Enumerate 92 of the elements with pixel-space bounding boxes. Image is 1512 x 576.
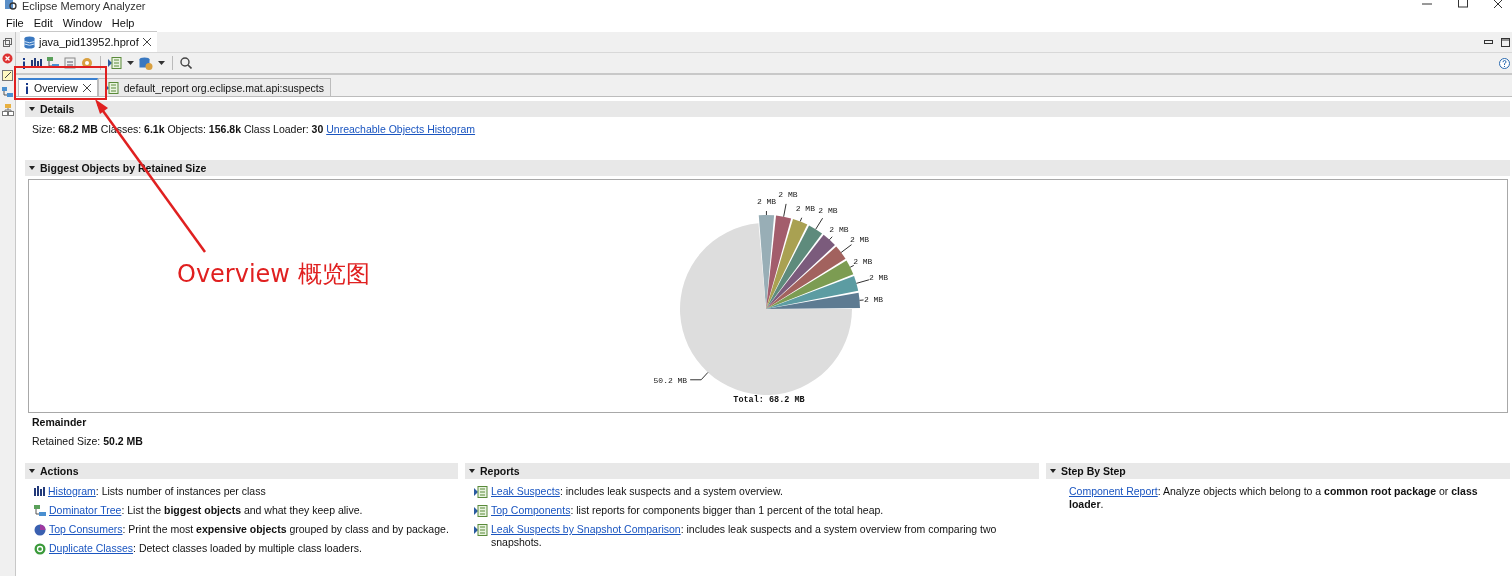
- section-header[interactable]: Step By Step: [1046, 463, 1510, 479]
- value-label: 2 MB: [829, 225, 849, 235]
- histogram-link[interactable]: Unreachable Objects Histogram: [326, 123, 476, 135]
- caret-icon[interactable]: [158, 61, 165, 65]
- section-header[interactable]: Details: [25, 101, 1510, 117]
- leader-line: [783, 203, 787, 218]
- value-label: 50.2 MB: [653, 375, 688, 385]
- section-header[interactable]: Reports: [465, 463, 1039, 479]
- annotation-label: Overview 概览图: [177, 259, 370, 290]
- action-link[interactable]: Histogram: [48, 485, 96, 497]
- leader-line: [799, 217, 803, 222]
- pie-slice[interactable]: [766, 292, 860, 309]
- close-icon[interactable]: [82, 84, 91, 92]
- value-label: 2 MB: [778, 190, 798, 200]
- value-label: 2 MB: [863, 295, 884, 305]
- item-description: Leak Suspects: includes leak suspects and a system overview.: [491, 485, 783, 498]
- help-icon[interactable]: [1499, 57, 1510, 69]
- error-icon[interactable]: [2, 53, 13, 64]
- database-icon: [24, 35, 35, 49]
- value-label: 2 MB: [868, 273, 889, 283]
- gear-icon[interactable]: [81, 57, 93, 69]
- menu-item[interactable]: Window: [62, 17, 102, 29]
- report-icon: [474, 505, 488, 517]
- report-icon[interactable]: [108, 57, 122, 69]
- app-icon: [5, 0, 17, 11]
- item-description: Top Components: list reports for components bigger than 1 percent of the total heap.: [491, 504, 884, 517]
- remainder-title: Remainder: [32, 416, 88, 428]
- value-label: 2 MB: [853, 257, 873, 266]
- info-icon[interactable]: [22, 57, 26, 69]
- leader-line: [855, 279, 870, 284]
- tree-icon[interactable]: [47, 57, 59, 69]
- notes-icon[interactable]: [2, 70, 13, 81]
- report-icon: [474, 486, 488, 498]
- menu-item[interactable]: File: [6, 17, 24, 29]
- caret-icon[interactable]: [127, 61, 134, 65]
- maximize-icon[interactable]: [1458, 0, 1468, 8]
- search-icon[interactable]: [180, 57, 192, 69]
- leader-line: [765, 210, 767, 216]
- report-tab[interactable]: default_report org.eclipse.mat.api:suspects: [97, 78, 331, 96]
- action-link[interactable]: Top Consumers: [49, 523, 123, 535]
- database-icon[interactable]: [139, 56, 153, 70]
- section-header[interactable]: Actions: [25, 463, 458, 479]
- maximize-icon[interactable]: [1501, 37, 1510, 47]
- item-description: Dominator Tree: List the biggest objects and what they keep alive.: [49, 504, 363, 517]
- query-icon[interactable]: [64, 57, 76, 69]
- pie-slice[interactable]: [766, 234, 835, 309]
- value-label: 2 MB: [818, 205, 838, 215]
- leader-line: [689, 371, 709, 381]
- report-tab[interactable]: Overview: [18, 78, 98, 96]
- item-description: Duplicate Classes: Detect classes loaded by multiple class loaders.: [49, 542, 362, 555]
- close-icon[interactable]: [1494, 0, 1504, 8]
- leader-line: [815, 217, 824, 230]
- pie-slice[interactable]: [766, 246, 846, 309]
- restore-icon[interactable]: [3, 38, 12, 47]
- retained-size-text: Retained Size: 50.2 MB: [32, 435, 144, 447]
- action-link[interactable]: Component Report: [1069, 485, 1158, 497]
- pie-slice[interactable]: [766, 215, 792, 309]
- pie-slice[interactable]: [766, 276, 859, 309]
- window-title: Eclipse Memory Analyzer: [22, 1, 146, 12]
- pie-slice[interactable]: [766, 260, 854, 309]
- pie-slice[interactable]: [766, 225, 823, 309]
- item-description: Component Report: Analyze objects which belong to a common root package or class loader.: [1069, 485, 1479, 511]
- item-description: Leak Suspects by Snapshot Comparison: includes leak suspects and a system overview from comparing two snapshots.: [491, 523, 998, 549]
- histogram-icon: [34, 486, 45, 496]
- class-icon: [34, 543, 46, 555]
- value-label: 2 MB: [849, 234, 870, 244]
- hierarchy-icon[interactable]: [1, 104, 14, 116]
- value-label: 2 MB: [756, 197, 777, 206]
- tree-icon: [34, 505, 46, 517]
- chart-title: Total: 68.2 MB: [733, 395, 805, 405]
- pie-slice[interactable]: [680, 223, 852, 395]
- report-icon: [474, 524, 488, 536]
- histogram-icon[interactable]: [31, 58, 42, 68]
- pie-icon: [34, 524, 46, 536]
- minimize-icon[interactable]: [1484, 39, 1493, 45]
- close-icon[interactable]: [142, 38, 151, 46]
- leader-line: [840, 244, 852, 253]
- report-icon: [104, 81, 119, 94]
- action-link[interactable]: Leak Suspects: [491, 485, 560, 497]
- info-icon: [25, 82, 29, 94]
- item-description: Histogram: Lists number of instances per class: [48, 485, 266, 498]
- editor-tab[interactable]: java_pid13952.hprof: [20, 31, 157, 52]
- menu-item[interactable]: Edit: [33, 17, 53, 29]
- action-link[interactable]: Leak Suspects by Snapshot Comparison: [491, 523, 681, 535]
- pie-slice[interactable]: [766, 218, 808, 309]
- leader-line: [859, 299, 865, 301]
- item-description: Top Consumers: Print the most expensive objects grouped by class and by package.: [49, 523, 449, 536]
- menu-item[interactable]: Help: [111, 17, 135, 29]
- leader-line: [849, 264, 855, 268]
- value-label: 2 MB: [795, 204, 815, 214]
- leader-line: [829, 236, 833, 241]
- tree-icon[interactable]: [2, 87, 13, 98]
